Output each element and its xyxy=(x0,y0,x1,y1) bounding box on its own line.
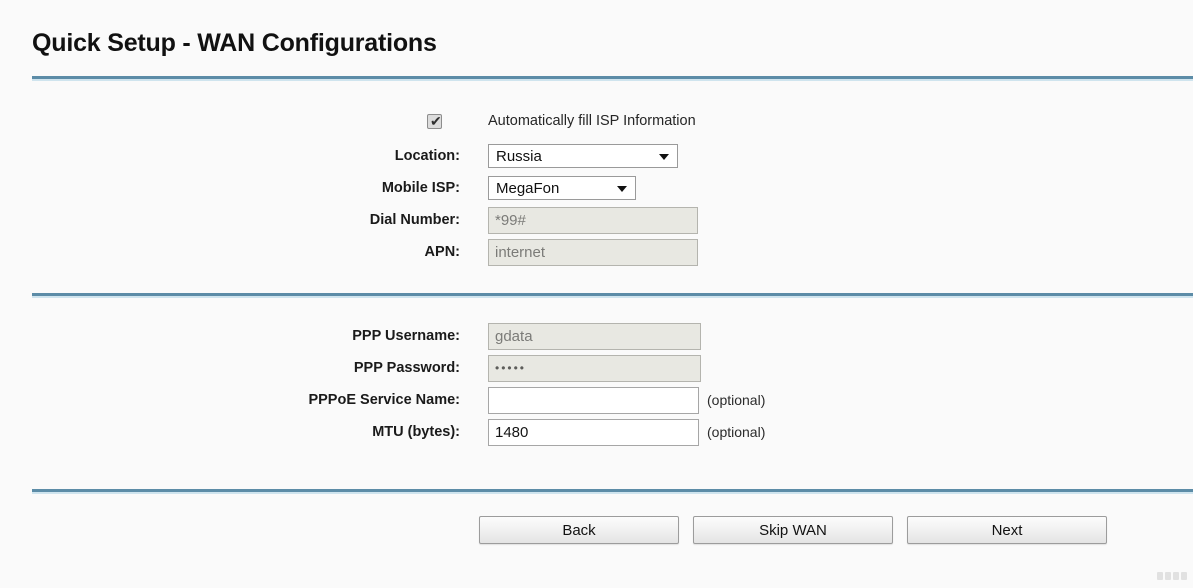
auto-fill-checkbox-cell: ✔ xyxy=(0,112,460,129)
page-title: Quick Setup - WAN Configurations xyxy=(32,28,437,57)
location-row: Location: Russia xyxy=(0,142,1193,170)
location-select[interactable]: Russia xyxy=(488,144,678,168)
mtu-optional-note: (optional) xyxy=(707,424,766,440)
dial-number-row: Dial Number: *99# xyxy=(0,206,1193,234)
mobile-isp-field: MegaFon xyxy=(488,176,636,200)
back-button[interactable]: Back xyxy=(479,516,679,544)
pppoe-service-name-label: PPPoE Service Name: xyxy=(308,392,460,408)
location-field: Russia xyxy=(488,144,678,168)
mobile-isp-label: Mobile ISP: xyxy=(381,180,460,196)
ppp-password-label: PPP Password: xyxy=(353,360,460,376)
auto-fill-isp-row: ✔ Automatically fill ISP Information xyxy=(0,108,1193,134)
ppp-username-field: gdata xyxy=(488,322,701,350)
divider-bottom xyxy=(32,489,1193,494)
quick-setup-page: Quick Setup - WAN Configurations ✔ Autom… xyxy=(0,0,1193,588)
apn-field: internet xyxy=(488,238,698,266)
pppoe-service-name-optional-note: (optional) xyxy=(707,392,766,408)
mobile-isp-select[interactable]: MegaFon xyxy=(488,176,636,200)
apn-row: APN: internet xyxy=(0,238,1193,266)
mtu-row: MTU (bytes): 1480 (optional) xyxy=(0,418,1193,446)
resize-handle-bar xyxy=(1173,572,1179,580)
apn-input: internet xyxy=(488,238,698,266)
ppp-password-row: PPP Password: ••••• xyxy=(0,354,1193,382)
ppp-password-input: ••••• xyxy=(488,354,701,382)
mtu-input[interactable]: 1480 xyxy=(488,418,699,446)
divider-middle xyxy=(32,293,1193,298)
pppoe-service-name-field: (optional) xyxy=(488,386,766,414)
mobile-isp-select-value: MegaFon xyxy=(496,179,560,197)
mtu-label: MTU (bytes): xyxy=(372,424,460,440)
pppoe-service-name-input[interactable] xyxy=(488,386,699,414)
mobile-isp-row: Mobile ISP: MegaFon xyxy=(0,174,1193,202)
skip-wan-button[interactable]: Skip WAN xyxy=(693,516,893,544)
chevron-down-icon xyxy=(659,154,669,160)
resize-handle-icon[interactable] xyxy=(1157,572,1187,580)
resize-handle-bar xyxy=(1165,572,1171,580)
ppp-password-field: ••••• xyxy=(488,354,701,382)
next-button[interactable]: Next xyxy=(907,516,1107,544)
auto-fill-isp-label: Automatically fill ISP Information xyxy=(488,113,696,129)
chevron-down-icon xyxy=(617,186,627,192)
location-label: Location: xyxy=(394,148,460,164)
apn-label: APN: xyxy=(424,244,460,260)
divider-top xyxy=(32,76,1193,81)
dial-number-input: *99# xyxy=(488,206,698,234)
dial-number-field: *99# xyxy=(488,206,698,234)
ppp-username-row: PPP Username: gdata xyxy=(0,322,1193,350)
resize-handle-bar xyxy=(1181,572,1187,580)
pppoe-service-name-row: PPPoE Service Name: (optional) xyxy=(0,386,1193,414)
mtu-field: 1480 (optional) xyxy=(488,418,766,446)
wizard-button-bar: Back Skip WAN Next xyxy=(479,516,1107,544)
checkmark-icon: ✔ xyxy=(430,112,442,129)
auto-fill-isp-checkbox[interactable]: ✔ xyxy=(427,112,442,129)
isp-information-section: ✔ Automatically fill ISP Information Loc… xyxy=(0,108,1193,270)
ppp-credentials-section: PPP Username: gdata PPP Password: ••••• … xyxy=(0,322,1193,450)
location-select-value: Russia xyxy=(496,147,542,165)
ppp-username-label: PPP Username: xyxy=(352,328,460,344)
dial-number-label: Dial Number: xyxy=(369,212,460,228)
ppp-username-input: gdata xyxy=(488,322,701,350)
resize-handle-bar xyxy=(1157,572,1163,580)
